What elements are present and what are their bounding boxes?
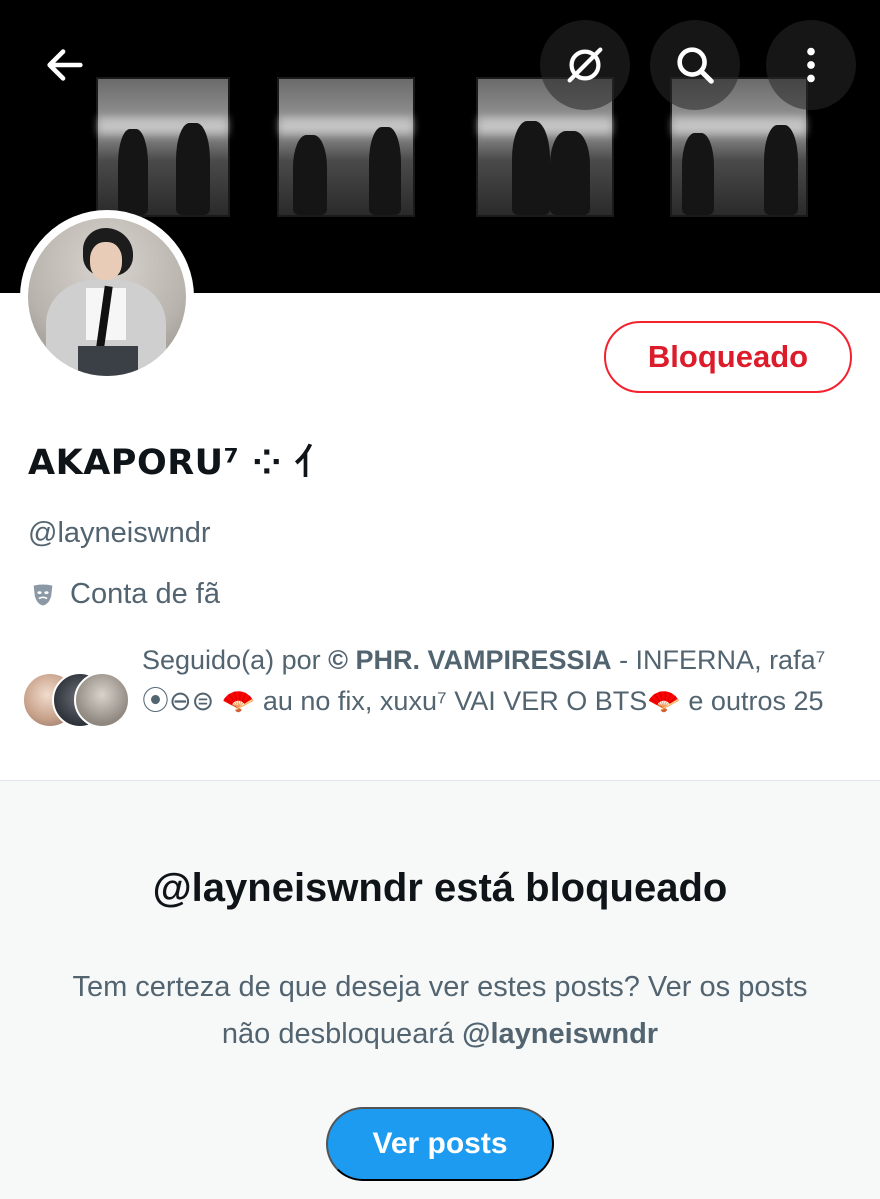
- blocked-description-handle: @layneiswndr: [462, 1018, 659, 1050]
- more-options-button[interactable]: [766, 20, 856, 110]
- account-label[interactable]: Conta de fã: [28, 578, 220, 611]
- blocked-description-text: Tem certeza de que deseja ver estes post…: [72, 971, 808, 1050]
- display-name: AKAPORU⁷ ⁘ ⺅: [28, 443, 331, 483]
- search-button[interactable]: [650, 20, 740, 110]
- arrow-left-icon: [47, 49, 83, 81]
- banner-photo-frame: [96, 77, 230, 217]
- blocked-title: @layneiswndr está bloqueado: [152, 866, 728, 910]
- blocked-description: Tem certeza de que deseja ver estes post…: [60, 964, 820, 1058]
- more-vertical-icon: [807, 47, 815, 83]
- follower-avatars: [22, 672, 132, 728]
- back-button[interactable]: [20, 20, 110, 110]
- blocked-button[interactable]: Bloqueado: [604, 321, 852, 393]
- avatar: [74, 672, 130, 728]
- avatar-photo: [28, 218, 186, 376]
- followed-by-text: Seguido(a) por © PHR. VAMPIRESSIA - INFE…: [142, 640, 842, 722]
- account-label-text: Conta de fã: [70, 578, 220, 610]
- banner-photo-frame: [277, 77, 415, 217]
- avatar[interactable]: [20, 210, 194, 384]
- follower-name[interactable]: © PHR. VAMPIRESSIA: [328, 645, 611, 675]
- user-handle: @layneiswndr: [28, 517, 211, 549]
- view-posts-button[interactable]: Ver posts: [326, 1107, 554, 1181]
- unfollow-status-button[interactable]: [540, 20, 630, 110]
- theater-mask-icon: [28, 580, 58, 610]
- followed-by-prefix: Seguido(a) por: [142, 645, 329, 675]
- search-icon: [677, 47, 714, 84]
- broken-heart-icon: [567, 47, 603, 83]
